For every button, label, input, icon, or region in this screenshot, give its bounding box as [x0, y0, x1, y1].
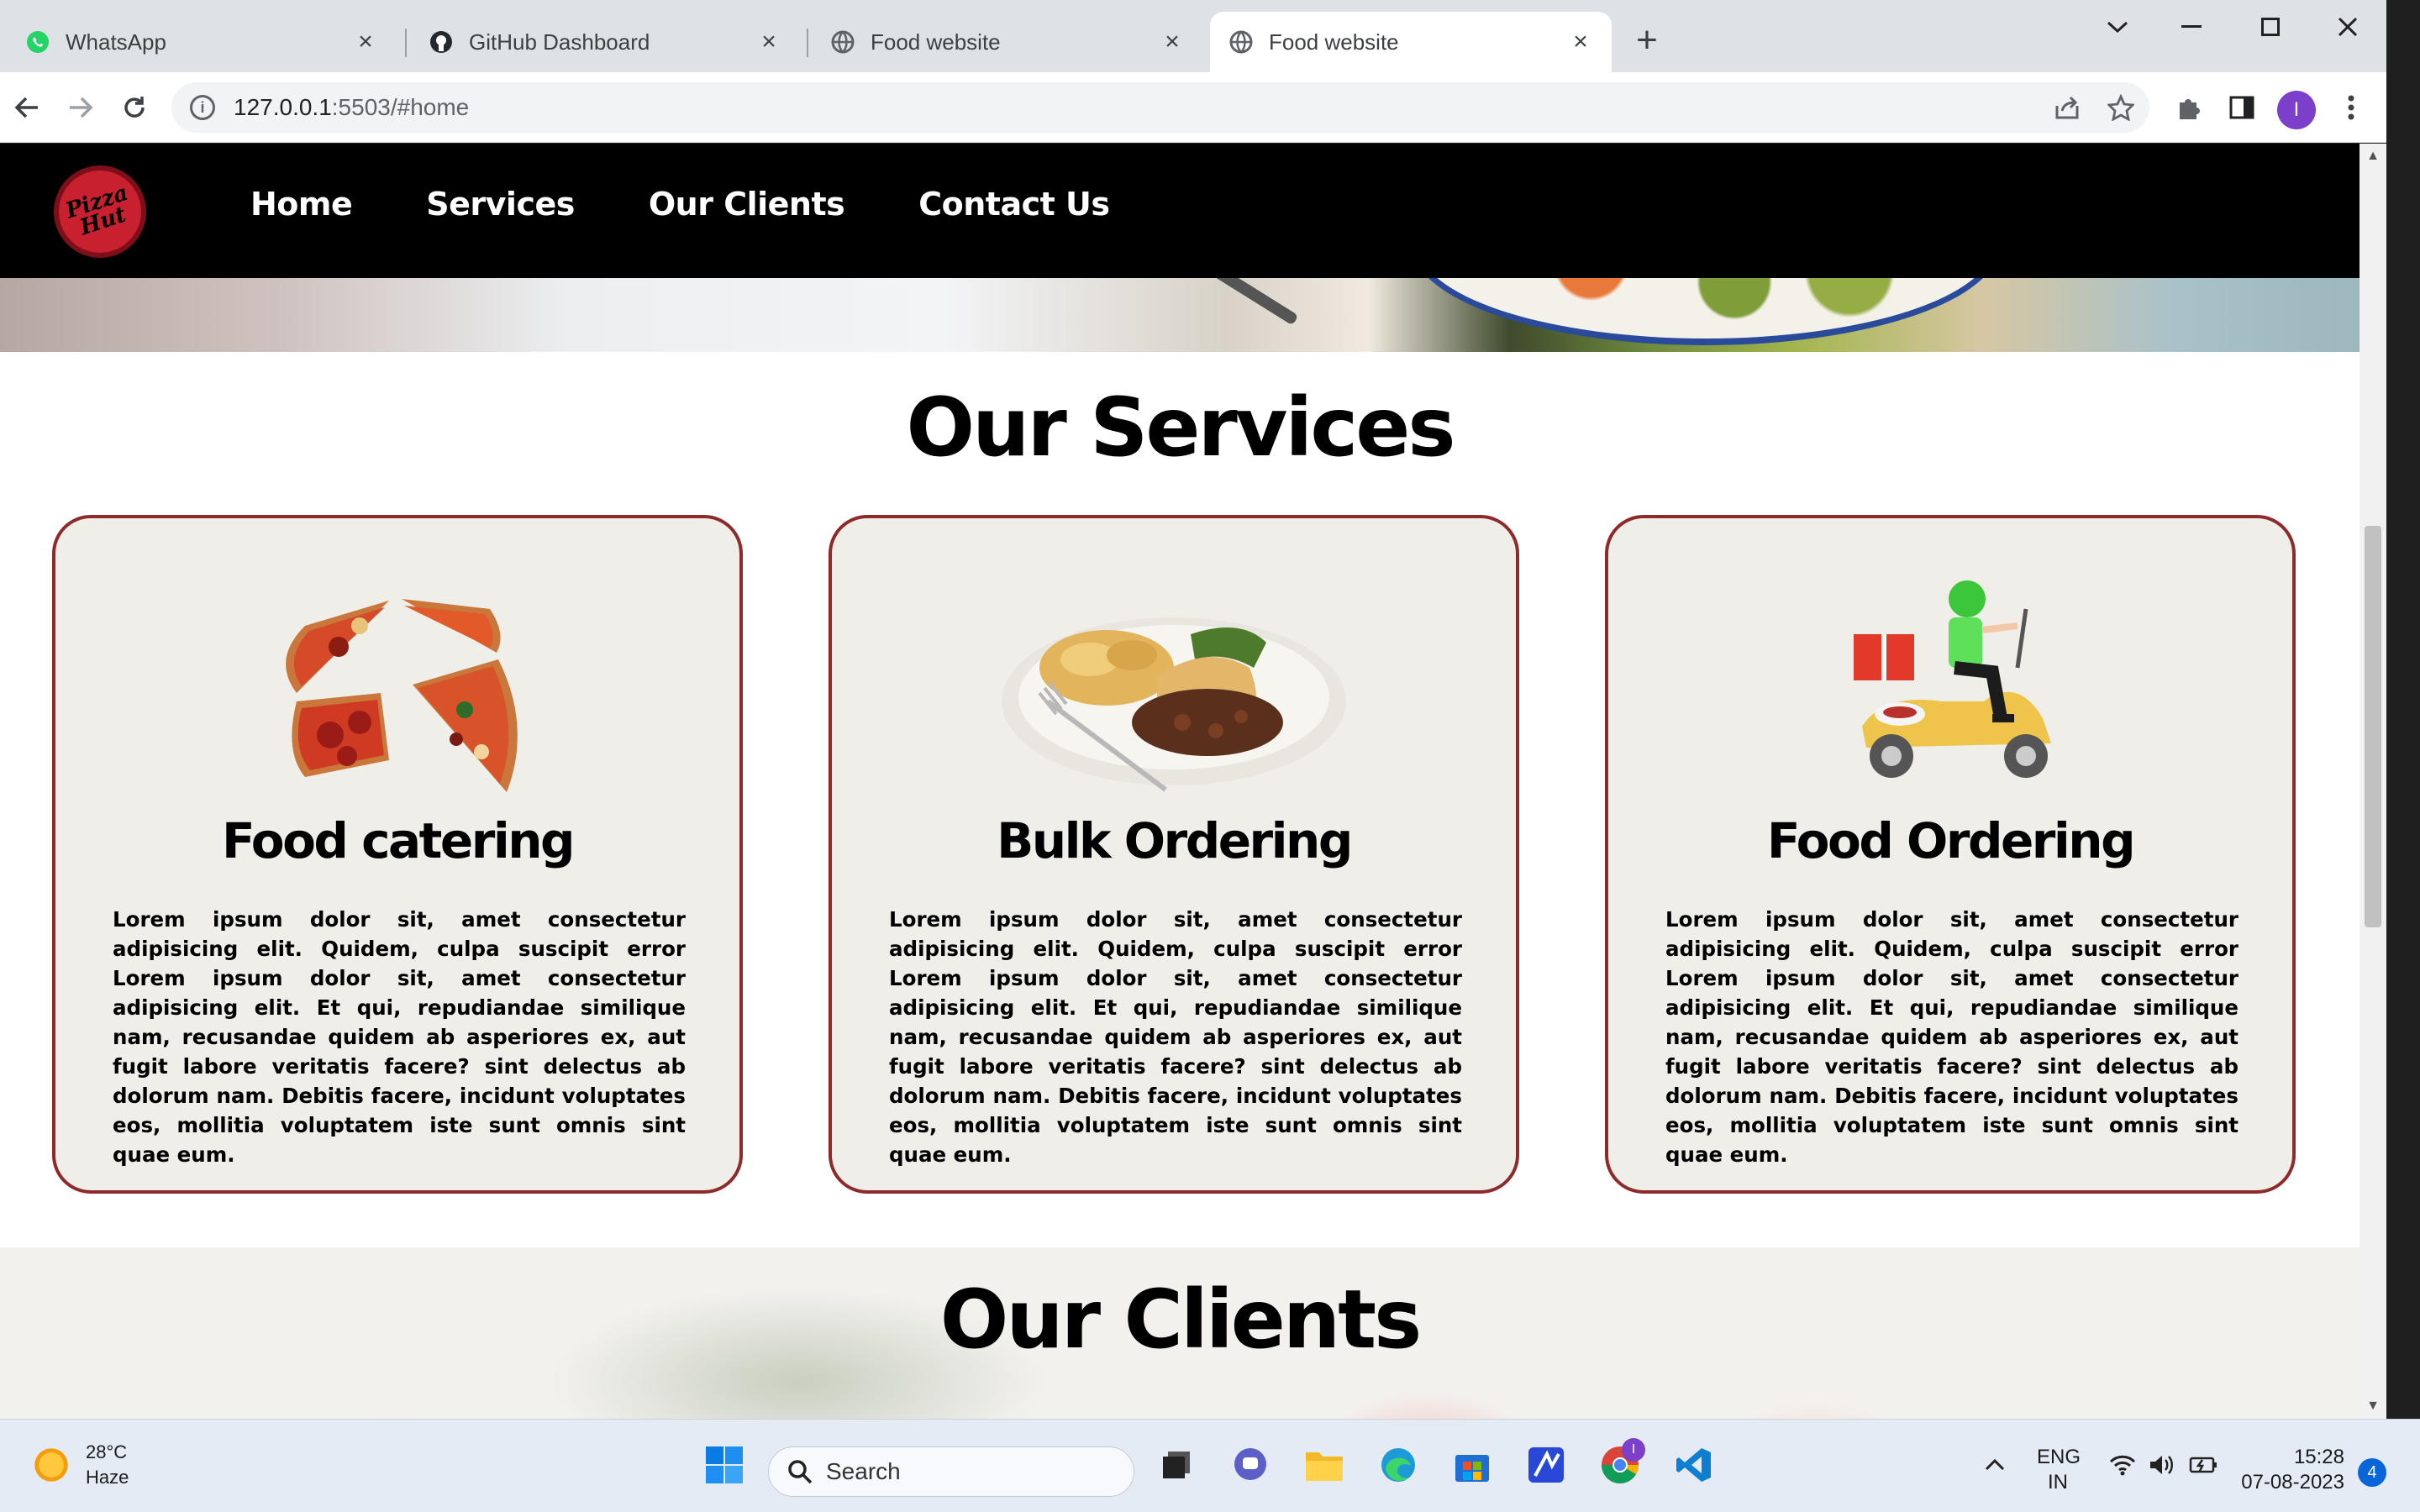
services-title: Our Services [906, 381, 1456, 475]
close-tab-icon[interactable]: × [353, 28, 378, 55]
weather-condition: Haze [86, 1467, 129, 1488]
tab-whatsapp[interactable]: WhatsApp × [7, 12, 397, 72]
teams-chat-icon[interactable] [1223, 1438, 1277, 1492]
whatsapp-icon [25, 29, 50, 55]
tab-food-website[interactable]: Food website × [812, 12, 1203, 72]
tab-divider [405, 29, 407, 57]
globe-icon [830, 29, 855, 55]
microsoft-store-icon[interactable] [1445, 1438, 1499, 1492]
page-scrollbar[interactable]: ▲ ▼ [2360, 144, 2386, 1419]
language-indicator[interactable]: ENG IN [2037, 1445, 2081, 1495]
extensions-puzzle-icon[interactable] [2170, 89, 2207, 126]
logo-text: Pizza Hut [62, 180, 131, 241]
card-text: Lorem ipsum dolor sit, amet consectetur … [1665, 907, 2238, 1167]
tab-strip: WhatsApp × GitHub Dashboard × Food websi… [0, 0, 2386, 72]
nav-our-clients[interactable]: Our Clients [649, 186, 845, 223]
weather-widget[interactable]: 28°C Haze [32, 1440, 129, 1490]
clock-time: 15:28 [2293, 1446, 2344, 1468]
profile-avatar[interactable]: I [2277, 91, 2316, 129]
card-title: Bulk Ordering [997, 812, 1353, 869]
tab-food-website-active[interactable]: Food website × [1210, 12, 1612, 72]
service-card-food-ordering: Food Ordering Lorem ipsum dolor sit, ame… [1605, 515, 2296, 1194]
card-text: Lorem ipsum dolor sit, amet consectetur … [889, 907, 1462, 1167]
background-window-edge [2386, 0, 2420, 1419]
notification-badge[interactable]: 4 [2358, 1458, 2386, 1487]
app-icon[interactable] [1519, 1438, 1573, 1492]
taskbar-search[interactable]: Search [768, 1446, 1134, 1497]
plate-decoration [1412, 278, 2000, 345]
edge-browser-icon[interactable] [1371, 1438, 1425, 1492]
close-tab-icon[interactable]: × [1160, 28, 1185, 55]
scroll-down-icon[interactable]: ▼ [2366, 1399, 2380, 1414]
meal-plate-image [1002, 617, 1346, 792]
card-title: Food catering [221, 812, 576, 869]
taskbar: 28°C Haze Search I ENG IN 15:28 07-08-20… [0, 1419, 2420, 1512]
reload-icon[interactable] [114, 87, 155, 128]
task-view-icon[interactable] [1150, 1438, 1203, 1492]
card-title: Food Ordering [1766, 812, 2136, 869]
fork-decoration [1121, 278, 1299, 326]
site-navbar: Pizza Hut Home Services Our Clients Cont… [0, 144, 2360, 278]
tab-title: Food website [1269, 29, 1399, 55]
hero-image-strip [0, 278, 2360, 352]
lang-secondary: IN [2048, 1471, 2068, 1494]
forward-icon[interactable] [60, 87, 101, 128]
maximize-icon[interactable] [2245, 8, 2296, 45]
close-tab-icon[interactable]: × [756, 28, 781, 55]
search-icon [788, 1460, 813, 1484]
page-viewport: Pizza Hut Home Services Our Clients Cont… [0, 144, 2360, 1419]
address-bar[interactable]: i 127.0.0.1:5503/#home [171, 82, 2149, 133]
tray-chevron-up-icon[interactable] [1968, 1438, 2022, 1492]
github-icon [429, 29, 454, 55]
chrome-profile-badge: I [1622, 1438, 1645, 1462]
windows-start-icon[interactable] [697, 1438, 751, 1492]
url-host: 127.0.0.1 [234, 94, 332, 120]
scrollbar-thumb[interactable] [2365, 526, 2381, 927]
new-tab-icon[interactable]: + [1630, 22, 1664, 59]
vscode-icon[interactable] [1667, 1438, 1721, 1492]
site-nav: Home Services Our Clients Contact Us [250, 186, 1110, 223]
file-explorer-icon[interactable] [1297, 1438, 1351, 1492]
clock-date: 07-08-2023 [2241, 1471, 2344, 1494]
back-icon[interactable] [7, 87, 47, 128]
tab-title: WhatsApp [66, 29, 166, 55]
side-panel-icon[interactable] [2223, 89, 2260, 126]
clients-title: Our Clients [939, 1273, 1422, 1367]
search-label: Search [826, 1458, 901, 1484]
site-info-icon[interactable]: i [190, 95, 215, 120]
tab-github[interactable]: GitHub Dashboard × [410, 12, 800, 72]
lang-primary: ENG [2037, 1446, 2081, 1468]
close-tab-icon[interactable]: × [1568, 28, 1593, 55]
service-card-bulk-ordering: Bulk Ordering Lorem ipsum dolor sit, ame… [829, 515, 1519, 1194]
pizza-slices-image [286, 599, 518, 792]
clients-section: Our Clients [0, 1247, 2360, 1419]
weather-sun-icon [32, 1446, 71, 1484]
tab-divider [807, 29, 808, 57]
clock[interactable]: 15:28 07-08-2023 [2235, 1445, 2344, 1495]
tab-title: Food website [871, 29, 1001, 55]
nav-contact-us[interactable]: Contact Us [918, 186, 1110, 223]
card-text: Lorem ipsum dolor sit, amet consectetur … [113, 907, 686, 1167]
scroll-up-icon[interactable]: ▲ [2366, 149, 2380, 164]
delivery-scooter-image [1854, 580, 2051, 778]
battery-icon[interactable] [2176, 1438, 2230, 1492]
tab-title: GitHub Dashboard [469, 29, 650, 55]
weather-temperature: 28°C [86, 1441, 128, 1462]
share-icon[interactable] [2049, 89, 2086, 126]
nav-home[interactable]: Home [250, 186, 353, 223]
service-card-food-catering: Food catering Lorem ipsum dolor sit, ame… [52, 515, 743, 1194]
globe-icon [1228, 29, 1254, 55]
url-path: :5503/#home [331, 94, 470, 120]
minimize-icon[interactable] [2166, 8, 2217, 45]
close-window-icon[interactable] [2323, 8, 2373, 45]
browser-toolbar: i 127.0.0.1:5503/#home I [0, 72, 2386, 143]
tab-search-chevron-icon[interactable] [2092, 8, 2143, 45]
nav-services[interactable]: Services [426, 186, 575, 223]
pizza-hut-logo[interactable]: Pizza Hut [54, 165, 146, 258]
bookmark-star-icon[interactable] [2102, 89, 2139, 126]
more-menu-icon[interactable] [2333, 89, 2370, 126]
